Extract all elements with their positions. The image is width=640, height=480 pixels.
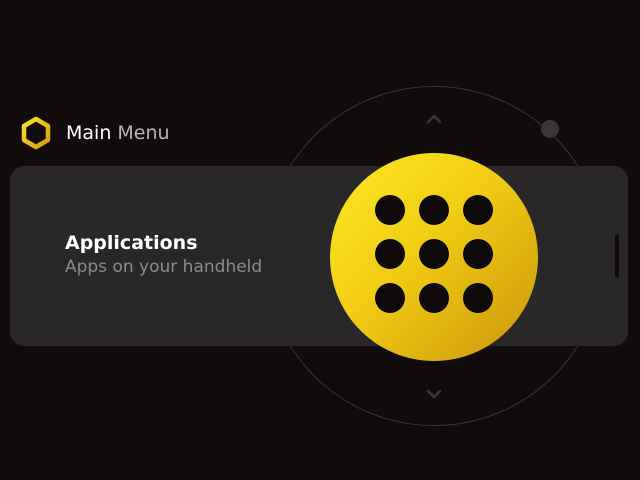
menu-item-title: Applications xyxy=(65,232,198,254)
grid-dot xyxy=(419,195,449,225)
page-title-sub: Menu xyxy=(117,122,170,144)
page-title: Main Menu xyxy=(66,122,170,144)
apps-grid-dots xyxy=(375,195,493,313)
scroll-down-chevron-icon[interactable] xyxy=(426,389,442,399)
page-title-main: Main xyxy=(66,122,112,144)
grid-dot xyxy=(463,283,493,313)
main-menu-screen: Main Menu Applications Apps on your hand… xyxy=(0,0,640,480)
scroll-indicator xyxy=(615,234,619,278)
grid-dot xyxy=(463,195,493,225)
menu-header: Main Menu xyxy=(20,116,170,150)
orbit-position-dot xyxy=(541,120,559,138)
hexagon-logo-icon xyxy=(20,116,52,150)
scroll-up-chevron-icon[interactable] xyxy=(426,114,442,124)
menu-item-subtitle: Apps on your handheld xyxy=(65,257,263,277)
grid-dot xyxy=(375,195,405,225)
grid-dot xyxy=(463,239,493,269)
grid-dot xyxy=(419,239,449,269)
apps-grid-icon[interactable] xyxy=(330,153,538,361)
grid-dot xyxy=(375,283,405,313)
grid-dot xyxy=(419,283,449,313)
grid-dot xyxy=(375,239,405,269)
